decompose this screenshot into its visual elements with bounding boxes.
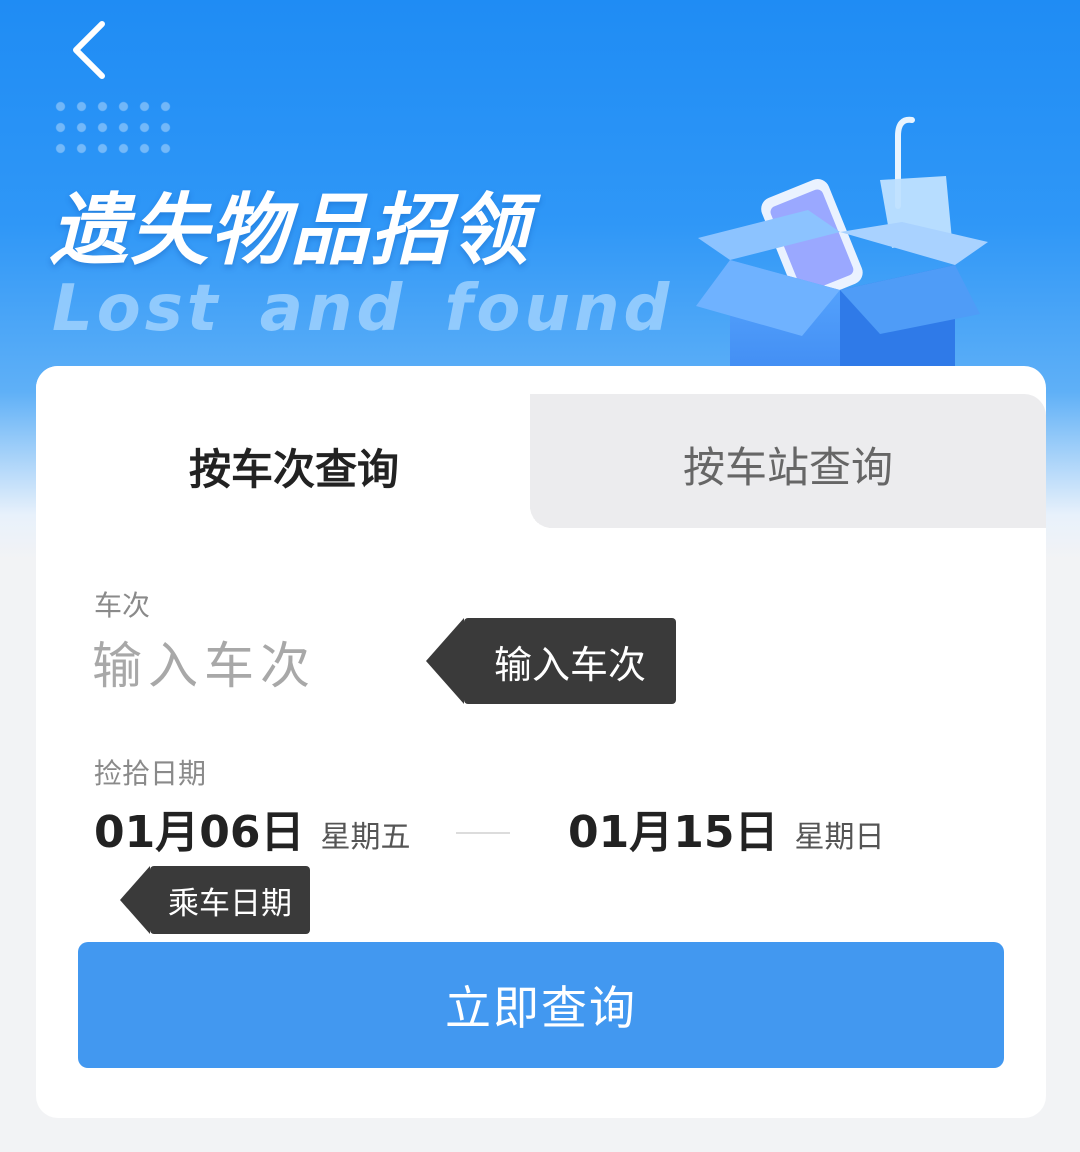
chevron-left-icon [73, 21, 105, 79]
start-date-value: 01月06日 [94, 807, 305, 858]
end-date-weekday: 星期日 [794, 820, 885, 855]
lost-box-illustration [696, 116, 988, 405]
end-date-picker[interactable]: 01月15日 星期日 [568, 796, 884, 860]
tab-by-station[interactable]: 按车站查询 [530, 404, 1046, 524]
start-date-picker[interactable]: 01月06日 星期五 [94, 796, 410, 860]
train-number-input[interactable] [92, 628, 422, 704]
query-card: 按车次查询 按车站查询 车次 输入车次 捡拾日期 01月06日 星期五 01月1… [36, 366, 1046, 1118]
date-tooltip: 乘车日期 [120, 866, 310, 934]
decorative-dots [50, 96, 180, 162]
train-input-tooltip: 输入车次 [426, 618, 676, 704]
date-range-separator [456, 832, 510, 834]
page-subtitle: Lost and found [52, 272, 674, 346]
tab-by-train[interactable]: 按车次查询 [36, 406, 552, 526]
query-button[interactable]: 立即查询 [78, 942, 1004, 1068]
pickup-date-label: 捡拾日期 [94, 757, 207, 790]
start-date-weekday: 星期五 [320, 820, 411, 855]
back-button[interactable] [62, 18, 122, 82]
page-title: 遗失物品招领 [50, 186, 531, 276]
end-date-value: 01月15日 [568, 807, 779, 858]
train-number-label: 车次 [94, 589, 151, 622]
